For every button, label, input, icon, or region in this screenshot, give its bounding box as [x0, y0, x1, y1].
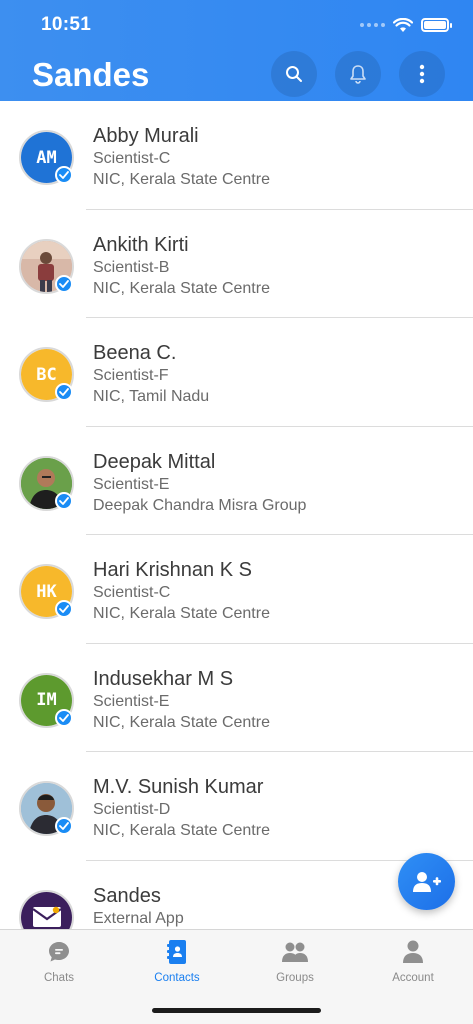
avatar: [19, 455, 74, 511]
contact-name: Beena C.: [93, 342, 177, 364]
contact-designation: Scientist-C: [93, 584, 171, 601]
status-time: 10:51: [41, 14, 92, 35]
group-icon: [282, 942, 308, 962]
avatar: [19, 889, 74, 929]
contact-organization: Deepak Chandra Misra Group: [93, 496, 307, 514]
contact-organization: NIC, Kerala State Centre: [93, 279, 270, 297]
contact-designation: Scientist-D: [93, 801, 171, 818]
contact-name: M.V. Sunish Kumar: [93, 776, 264, 798]
contact-organization: NIC, Tamil Nadu: [93, 388, 210, 405]
contact-designation: Scientist-B: [93, 258, 170, 276]
avatar: [19, 238, 74, 294]
contact-name: Indusekhar M S: [93, 667, 234, 690]
search-icon: [286, 66, 302, 82]
verified-badge-icon: [55, 274, 73, 293]
avatar: AM: [19, 130, 74, 185]
contact-name: Ankith Kirti: [93, 233, 189, 256]
contact-designation: Scientist-E: [93, 692, 170, 710]
verified-badge-icon: [55, 708, 73, 727]
contact-name: Hari Krishnan K S: [93, 559, 252, 581]
contact-organization: NIC, Kerala State Centre: [93, 605, 270, 622]
tab-groups[interactable]: Groups: [236, 938, 354, 988]
contact-row[interactable]: Ankith Kirti Scientist-B NIC, Kerala Sta…: [0, 210, 473, 318]
contact-card-icon: [167, 940, 186, 964]
contacts-list[interactable]: AM Abby Murali Scientist-C NIC, Kerala S…: [0, 101, 473, 929]
more-vertical-icon: [419, 64, 425, 84]
contact-organization: NIC, Kerala State Centre: [93, 822, 270, 839]
contact-row[interactable]: IM Indusekhar M S Scientist-E NIC, Keral…: [0, 644, 473, 752]
search-button[interactable]: [271, 51, 317, 97]
bell-icon: [350, 65, 366, 84]
app-header: 10:51 Sandes: [0, 0, 473, 101]
avatar: BC: [19, 347, 74, 402]
tab-label: Contacts: [154, 972, 200, 984]
battery-icon: [421, 18, 452, 32]
tab-contacts[interactable]: Contacts: [118, 938, 236, 988]
tab-label: Chats: [43, 972, 75, 984]
contact-designation: Scientist-E: [93, 475, 170, 493]
contact-row[interactable]: Deepak Mittal Scientist-E Deepak Chandra…: [0, 427, 473, 535]
contact-name: Deepak Mittal: [93, 450, 216, 473]
contact-organization: NIC, Kerala State Centre: [93, 171, 270, 188]
contact-designation: Scientist-C: [93, 150, 171, 167]
contact-organization: NIC, Kerala State Centre: [93, 713, 270, 731]
contact-name: Abby Murali: [93, 125, 199, 147]
status-icons: [360, 14, 452, 36]
verified-badge-icon: [55, 817, 73, 835]
contact-row[interactable]: M.V. Sunish Kumar Scientist-D NIC, Keral…: [0, 752, 473, 861]
contact-row[interactable]: HK Hari Krishnan K S Scientist-C NIC, Ke…: [0, 535, 473, 644]
contact-designation: External App: [93, 909, 184, 927]
tab-label: Account: [392, 972, 434, 984]
avatar: [19, 781, 74, 836]
notifications-button[interactable]: [335, 51, 381, 97]
avatar: HK: [19, 564, 74, 619]
tab-account[interactable]: Account: [354, 938, 472, 988]
verified-badge-icon: [55, 166, 73, 184]
verified-badge-icon: [55, 491, 73, 510]
avatar: IM: [19, 672, 74, 728]
person-icon: [403, 940, 423, 963]
more-options-button[interactable]: [399, 51, 445, 97]
verified-badge-icon: [55, 600, 73, 618]
contact-designation: Scientist-F: [93, 367, 169, 384]
tab-label: Groups: [276, 972, 314, 984]
contact-row[interactable]: AM Abby Murali Scientist-C NIC, Kerala S…: [0, 101, 473, 210]
add-contact-button[interactable]: [398, 853, 455, 910]
sandes-logo-icon: [21, 891, 72, 929]
signal-icon: [360, 23, 385, 27]
wifi-icon: [393, 17, 413, 32]
add-person-icon: [412, 871, 441, 892]
contact-row[interactable]: BC Beena C. Scientist-F NIC, Tamil Nadu: [0, 318, 473, 427]
tab-chats[interactable]: Chats: [0, 938, 118, 988]
chat-bubble-icon: [49, 942, 69, 962]
contact-name: Sandes: [93, 884, 161, 907]
verified-badge-icon: [55, 383, 73, 401]
home-indicator: [152, 1008, 321, 1013]
app-title: Sandes: [32, 56, 150, 93]
